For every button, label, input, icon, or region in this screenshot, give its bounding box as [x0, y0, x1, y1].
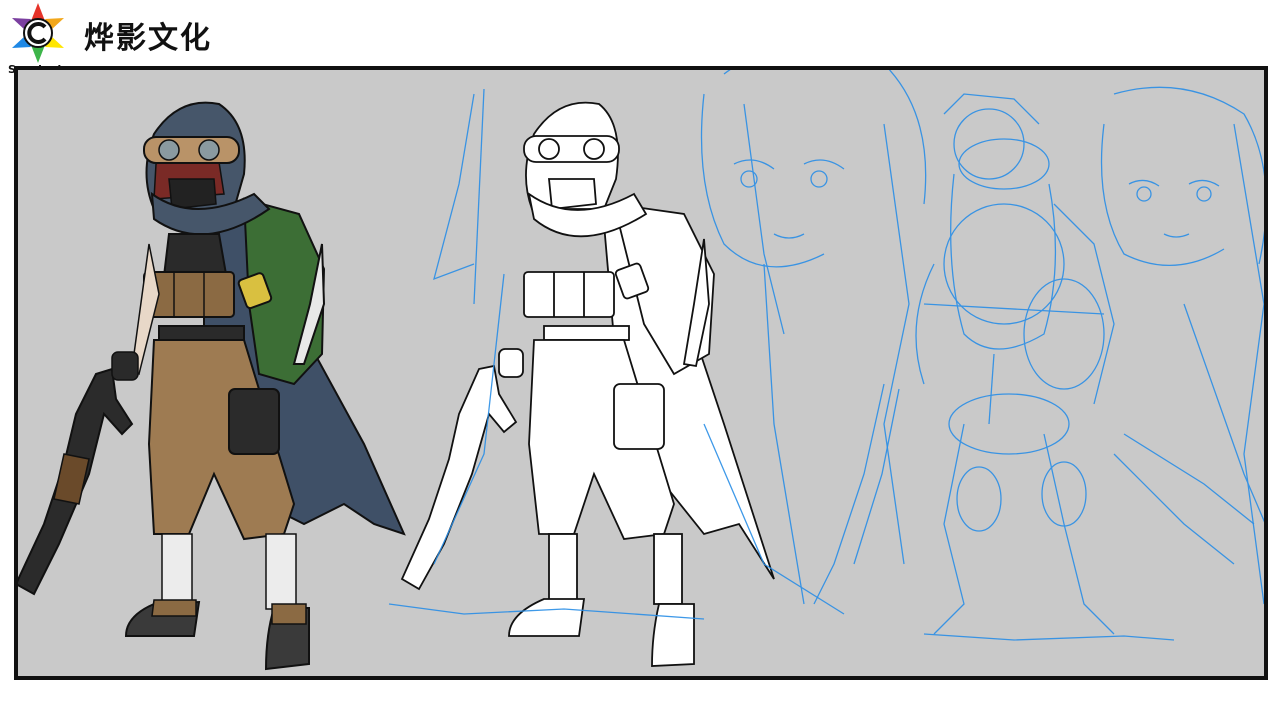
sun-star-c-icon — [12, 3, 64, 63]
sketch-figure-icon — [813, 93, 1255, 641]
brand-name: 烨影文化 — [84, 21, 212, 56]
sketch-face-icon — [388, 70, 1264, 620]
artboard — [14, 66, 1268, 680]
colored-figure-icon — [18, 101, 406, 671]
